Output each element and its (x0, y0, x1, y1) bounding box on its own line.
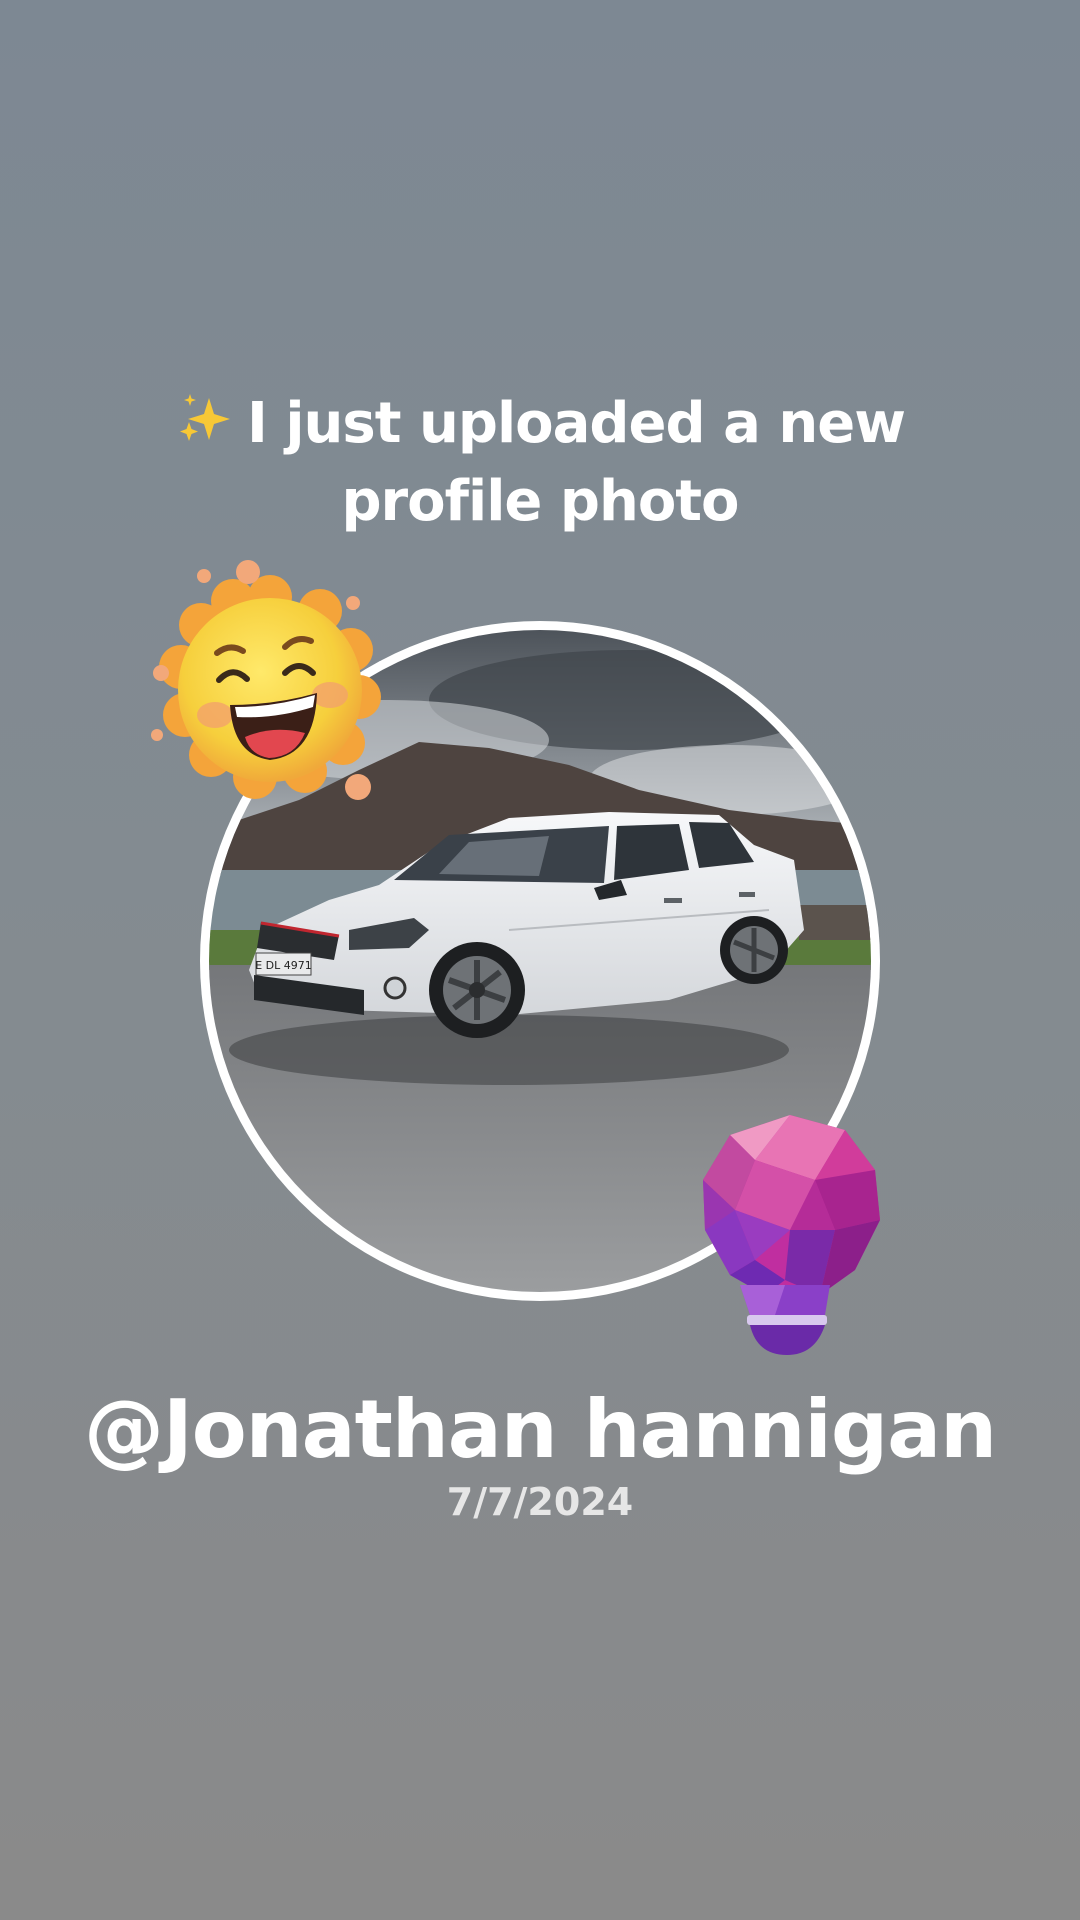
sparkles-icon (175, 391, 237, 447)
lightbulb-sticker (695, 1110, 885, 1360)
headline-text: I just uploaded a new profile photo (247, 391, 906, 534)
license-plate-text: E DL 4971 (255, 959, 312, 972)
username[interactable]: @Jonathan hannigan (0, 1380, 1080, 1480)
laughing-sun-sticker (145, 555, 395, 815)
headline: I just uploaded a new profile photo (140, 385, 940, 541)
upload-date: 7/7/2024 (446, 1480, 634, 1524)
